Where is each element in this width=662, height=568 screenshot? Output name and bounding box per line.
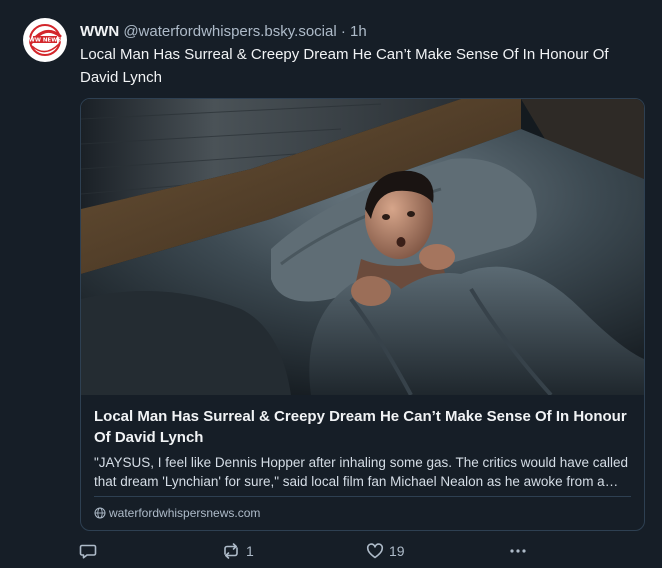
heart-icon bbox=[366, 542, 384, 560]
repost-count: 1 bbox=[246, 543, 254, 559]
more-options-button[interactable] bbox=[508, 540, 528, 562]
author-handle[interactable]: @waterfordwhispers.bsky.social bbox=[123, 23, 336, 40]
post-header: WWN @waterfordwhispers.bsky.social · 1h bbox=[80, 22, 367, 42]
repost-icon bbox=[221, 542, 241, 560]
bed-scene-image bbox=[81, 99, 644, 395]
header-separator: · bbox=[340, 23, 346, 40]
globe-icon bbox=[94, 507, 106, 519]
post-timestamp[interactable]: 1h bbox=[350, 23, 367, 40]
feed-post[interactable]: WW NEWS WWN @waterfordwhispers.bsky.soci… bbox=[0, 0, 662, 568]
reply-icon bbox=[79, 542, 97, 560]
more-icon bbox=[508, 542, 528, 560]
card-domain: waterfordwhispersnews.com bbox=[109, 506, 261, 520]
wwn-logo-icon: WW NEWS bbox=[24, 19, 66, 61]
link-card[interactable]: Local Man Has Surreal & Creepy Dream He … bbox=[80, 98, 645, 531]
card-image bbox=[81, 99, 644, 395]
display-name[interactable]: WWN bbox=[80, 23, 119, 40]
avatar-badge-text: WW NEWS bbox=[29, 38, 61, 44]
card-description: "JAYSUS, I feel like Dennis Hopper after… bbox=[94, 455, 629, 489]
like-count: 19 bbox=[389, 543, 405, 559]
card-divider bbox=[94, 496, 631, 497]
post-actions: 1 19 bbox=[0, 540, 662, 562]
card-title[interactable]: Local Man Has Surreal & Creepy Dream He … bbox=[94, 406, 634, 448]
repost-button[interactable]: 1 bbox=[221, 540, 254, 562]
reply-button[interactable] bbox=[79, 540, 102, 562]
like-button[interactable]: 19 bbox=[366, 540, 405, 562]
avatar[interactable]: WW NEWS bbox=[23, 18, 67, 62]
card-domain-row: waterfordwhispersnews.com bbox=[94, 505, 260, 521]
post-text: Local Man Has Surreal & Creepy Dream He … bbox=[80, 46, 609, 86]
